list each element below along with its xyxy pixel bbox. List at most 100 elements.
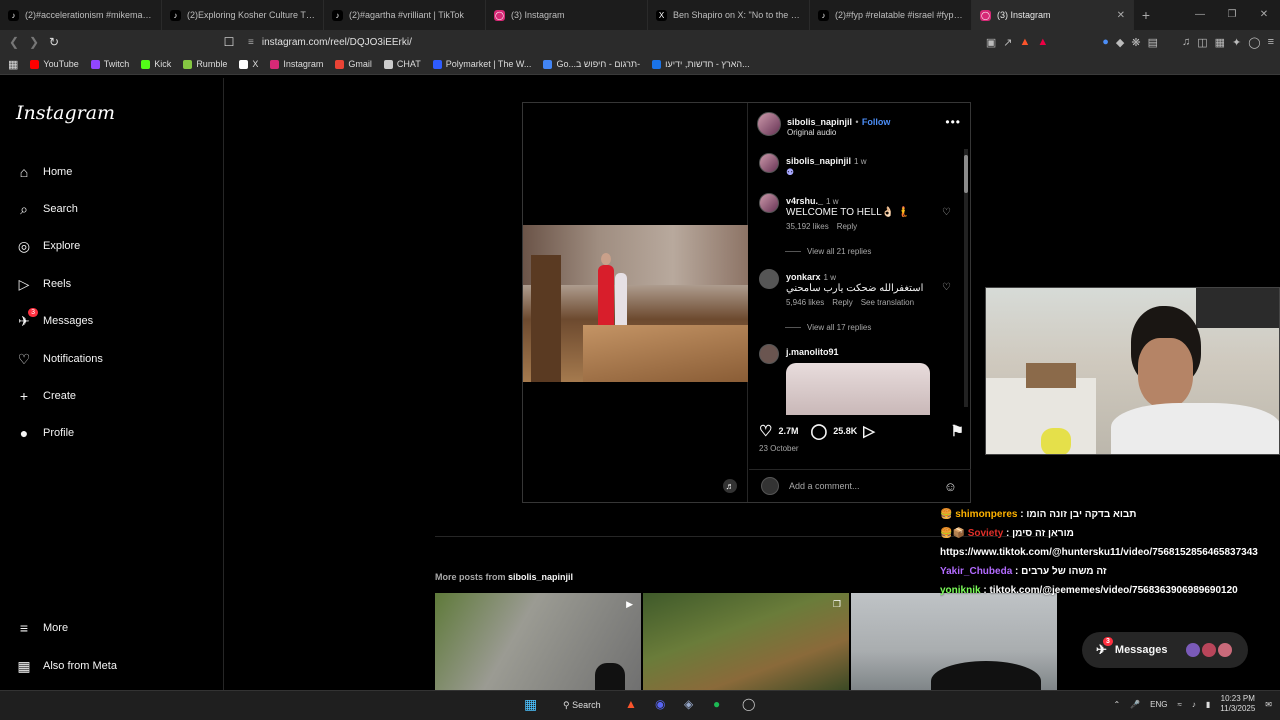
rewards-icon[interactable]: ▲ <box>1037 36 1048 48</box>
bookmark-item[interactable]: YouTube <box>30 59 79 69</box>
comment-username[interactable]: v4rshu._ <box>786 196 823 206</box>
brave-icon[interactable]: ▲ <box>625 697 637 711</box>
forward-icon[interactable]: ❯ <box>24 35 44 49</box>
bookmark-item[interactable]: Go...תרגום - חיפוש ב- <box>543 59 640 69</box>
post-thumbnail[interactable]: ❐ <box>643 593 849 690</box>
browser-tab[interactable]: ♪ (2)#accelerationism #mikema | acce <box>0 0 162 30</box>
bookmark-item[interactable]: Twitch <box>90 59 129 69</box>
post-thumbnail[interactable]: ▶ <box>435 593 641 690</box>
sidebar-item-reels[interactable]: ▷ Reels <box>16 276 72 292</box>
add-comment-input[interactable]: Add a comment... <box>789 481 860 491</box>
volume-icon[interactable]: ♬ <box>723 479 737 493</box>
comments-scrollbar[interactable] <box>964 149 968 407</box>
spotify-icon[interactable]: ● <box>713 697 720 711</box>
browser-tab[interactable]: ♪ (2)#fyp #relatable #israel #fypד | Ge <box>810 0 972 30</box>
url-field[interactable]: ≡ instagram.com/reel/DQJO3iEErki/ <box>248 33 958 51</box>
bookmark-item[interactable]: Gmail <box>335 59 372 69</box>
view-replies[interactable]: View all 21 replies <box>785 247 871 256</box>
bookmark-item[interactable]: Instagram <box>270 59 323 69</box>
bookmark-item[interactable]: Kick <box>141 59 171 69</box>
follow-button[interactable]: Follow <box>862 117 891 127</box>
like-comment-icon[interactable]: ♡ <box>942 207 951 218</box>
browser-tab[interactable]: ♪ (2)Exploring Kosher Culture Through <box>162 0 324 30</box>
instagram-logo[interactable]: Instagram <box>16 102 115 124</box>
bookmark-item[interactable]: CHAT <box>383 59 421 69</box>
comment-likes[interactable]: 5,946 likes <box>786 298 824 307</box>
sidebar-item-home[interactable]: ⌂ Home <box>16 164 73 180</box>
comment-likes[interactable]: 35,192 likes <box>786 222 829 231</box>
close-tab-icon[interactable]: ✕ <box>1117 10 1125 21</box>
clock[interactable]: 10:23 PM 11/3/2025 <box>1220 694 1255 714</box>
browser-tab[interactable]: X Ben Shapiro on X: "No to the groype <box>648 0 810 30</box>
back-icon[interactable]: ❮ <box>4 35 24 49</box>
sidebar-item-also-from-meta[interactable]: ▦ Also from Meta <box>16 658 117 674</box>
comment-avatar[interactable] <box>759 269 779 289</box>
share-post-icon[interactable]: ▷ <box>863 422 875 440</box>
sidebar-item-messages[interactable]: ✈ 3 Messages <box>16 308 93 329</box>
author-username[interactable]: sibolis_napinjil <box>787 117 852 127</box>
sidebar-item-profile[interactable]: ● Profile <box>16 425 74 441</box>
notification-center-icon[interactable]: ✉ <box>1265 700 1272 709</box>
obs-icon[interactable]: ◯ <box>742 697 755 711</box>
wifi-icon[interactable]: ≈ <box>1178 700 1182 709</box>
sidebar-item-notifications[interactable]: ♡ Notifications <box>16 351 103 367</box>
view-replies[interactable]: View all 17 replies <box>785 323 871 332</box>
emoji-icon[interactable]: ☺ <box>944 479 957 494</box>
bookmark-item[interactable]: הארץ - חדשות, ידיעו... <box>652 59 750 69</box>
taskbar-search[interactable]: ⚲ Search <box>563 700 601 711</box>
messages-float-button[interactable]: ✈ 3 Messages <box>1082 632 1248 668</box>
comment-username[interactable]: yonkarx <box>786 272 821 282</box>
reply-button[interactable]: Reply <box>832 298 852 307</box>
caption-avatar[interactable] <box>759 153 779 173</box>
battery-icon[interactable]: ▮ <box>1206 700 1210 709</box>
puzzle-icon[interactable]: ❋ <box>1131 36 1140 49</box>
browser-tab[interactable]: ◯ (3) Instagram ✕ <box>972 0 1134 30</box>
wallet2-icon[interactable]: ▦ <box>1215 36 1225 49</box>
language-indicator[interactable]: ENG <box>1150 700 1167 709</box>
author-avatar[interactable] <box>757 112 781 136</box>
comment-image[interactable] <box>786 363 930 415</box>
bookmark-item[interactable]: Rumble <box>183 59 227 69</box>
bookmark-page-icon[interactable]: ☐ <box>219 35 239 49</box>
save-icon[interactable]: ⚑ <box>951 422 964 440</box>
brave-shield-icon[interactable]: ▲ <box>1019 36 1030 48</box>
comment-icon[interactable]: ◯ <box>810 422 827 440</box>
post-thumbnail[interactable] <box>851 593 1057 690</box>
caption-username[interactable]: sibolis_napinjil <box>786 156 851 166</box>
reel-video[interactable]: ♬ <box>523 103 748 502</box>
more-options-icon[interactable]: ••• <box>945 115 961 129</box>
start-icon[interactable]: ▦ <box>524 696 537 713</box>
minimize-icon[interactable]: — <box>1184 0 1216 30</box>
more-posts-user[interactable]: sibolis_napinjil <box>508 572 573 582</box>
comment-username[interactable]: j.manolito91 <box>786 347 839 357</box>
bookmark-item[interactable]: X <box>239 59 258 69</box>
sidebar-item-more[interactable]: ≡ More <box>16 620 68 636</box>
tray-chevron-icon[interactable]: ⌃ <box>1113 700 1120 709</box>
close-window-icon[interactable]: ✕ <box>1248 0 1280 30</box>
browser-menu-icon[interactable]: ≡ <box>1268 36 1274 48</box>
screen-icon[interactable]: ▣ <box>986 36 996 49</box>
mic-icon[interactable]: 🎤 <box>1130 700 1140 709</box>
like-comment-icon[interactable]: ♡ <box>942 282 951 293</box>
browser-tab[interactable]: ♪ (2)#agartha #vrilliant | TikTok <box>324 0 486 30</box>
comment-avatar[interactable] <box>759 344 779 364</box>
sidebar-icon[interactable]: ◫ <box>1197 36 1207 49</box>
like-icon[interactable]: ♡ <box>759 422 772 440</box>
comment-avatar[interactable] <box>759 193 779 213</box>
browser-tab[interactable]: ◯ (3) Instagram <box>486 0 648 30</box>
tab-search-icon[interactable]: ▤ <box>1148 36 1158 49</box>
vpn-icon[interactable]: ◯ <box>1248 36 1260 49</box>
sidebar-item-explore[interactable]: ◎ Explore <box>16 238 80 254</box>
reload-icon[interactable]: ↻ <box>44 35 64 49</box>
speaker-icon[interactable]: ♪ <box>1192 700 1196 709</box>
ai-icon[interactable]: ✦ <box>1232 36 1241 49</box>
share-icon[interactable]: ↗ <box>1003 36 1012 49</box>
reply-button[interactable]: Reply <box>837 222 857 231</box>
sidebar-item-create[interactable]: + Create <box>16 388 76 404</box>
steam-icon[interactable]: ◈ <box>684 697 693 711</box>
apps-grid-icon[interactable]: ▦ <box>8 58 18 71</box>
extension-icon[interactable]: ◆ <box>1116 36 1124 49</box>
see-translation-link[interactable]: See translation <box>861 298 914 307</box>
site-info-icon[interactable]: ≡ <box>248 37 254 48</box>
music-icon[interactable]: ♫ <box>1182 36 1190 48</box>
